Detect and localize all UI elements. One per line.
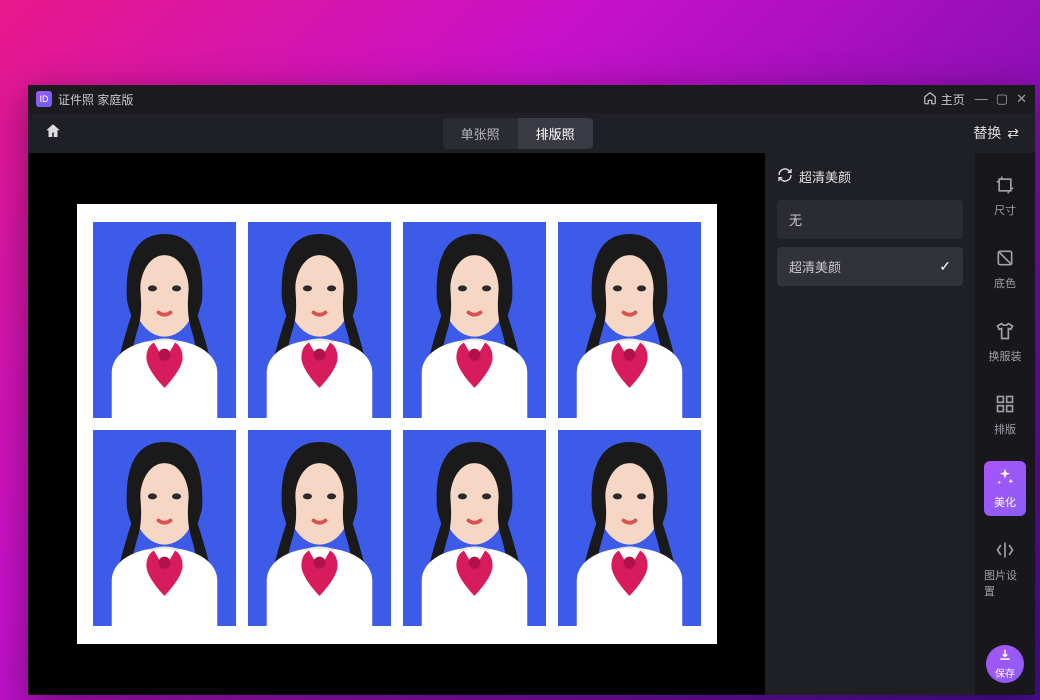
portrait-icon (248, 222, 391, 418)
sparkle-icon (995, 467, 1015, 490)
sidebar-item-image-settings[interactable]: 图片设置 (984, 534, 1026, 605)
save-label: 保存 (995, 665, 1015, 680)
replace-label: 替换 (973, 123, 1001, 143)
check-icon: ✓ (939, 258, 951, 275)
sidebar-item-beautify[interactable]: 美化 (984, 461, 1026, 516)
app-logo-icon: ID (36, 91, 52, 107)
tab-layout-photo[interactable]: 排版照 (518, 118, 593, 149)
portrait-icon (558, 430, 701, 626)
beauty-option-none[interactable]: 无 (777, 200, 963, 239)
sidebar-item-label: 换服装 (989, 348, 1022, 364)
home-button[interactable] (44, 122, 62, 145)
replace-button[interactable]: 替换 ⇄ (973, 123, 1019, 143)
beauty-option-hd[interactable]: 超清美颜 ✓ (777, 247, 963, 286)
download-icon (998, 648, 1012, 665)
sidebar-item-size[interactable]: 尺寸 (984, 169, 1026, 224)
portrait-icon (403, 430, 546, 626)
portrait-icon (93, 430, 236, 626)
canvas-area (28, 153, 765, 695)
panel-header: 超清美颜 (777, 167, 963, 186)
mirror-icon (995, 540, 1015, 563)
home-link-label: 主页 (941, 91, 965, 108)
close-button[interactable]: ✕ (1016, 91, 1027, 107)
sidebar-item-label: 尺寸 (994, 202, 1016, 218)
refresh-icon (777, 167, 793, 186)
portrait-icon (558, 222, 701, 418)
portrait-icon (93, 222, 236, 418)
save-button[interactable]: 保存 (986, 645, 1024, 683)
view-tabs: 单张照 排版照 (443, 118, 593, 149)
swatch-icon (995, 248, 1015, 271)
swap-icon: ⇄ (1007, 125, 1019, 142)
home-icon (923, 91, 937, 108)
crop-icon (995, 175, 1015, 198)
portrait-icon (248, 430, 391, 626)
right-sidebar: 尺寸 底色 换服装 排版 (975, 153, 1035, 695)
sidebar-item-label: 排版 (994, 421, 1016, 437)
sidebar-item-label: 图片设置 (984, 567, 1026, 599)
sidebar-item-background[interactable]: 底色 (984, 242, 1026, 297)
photo-cell[interactable] (87, 424, 242, 632)
panel-title: 超清美颜 (799, 167, 851, 186)
titlebar: ID 证件照 家庭版 主页 — ▢ ✕ (28, 85, 1035, 113)
photo-cell[interactable] (242, 216, 397, 424)
home-link[interactable]: 主页 (923, 91, 965, 108)
main-content: 超清美颜 无 超清美颜 ✓ 尺寸 底色 (28, 153, 1035, 695)
app-window: ID 证件照 家庭版 主页 — ▢ ✕ 单张照 排版照 (28, 85, 1035, 695)
photo-cell[interactable] (397, 216, 552, 424)
sidebar-item-clothing[interactable]: 换服装 (984, 315, 1026, 370)
minimize-button[interactable]: — (975, 91, 988, 107)
app-title: 证件照 家庭版 (58, 91, 133, 108)
topbar: 单张照 排版照 替换 ⇄ (28, 113, 1035, 153)
sidebar-item-label: 美化 (994, 494, 1016, 510)
beauty-panel: 超清美颜 无 超清美颜 ✓ (765, 153, 975, 695)
sidebar-item-label: 底色 (994, 275, 1016, 291)
photo-cell[interactable] (552, 424, 707, 632)
portrait-icon (403, 222, 546, 418)
photo-cell[interactable] (87, 216, 242, 424)
photo-sheet (77, 204, 717, 644)
tab-single-photo[interactable]: 单张照 (443, 118, 518, 149)
shirt-icon (995, 321, 1015, 344)
photo-cell[interactable] (242, 424, 397, 632)
option-label: 超清美颜 (789, 257, 841, 276)
maximize-button[interactable]: ▢ (996, 91, 1008, 107)
sidebar-item-layout[interactable]: 排版 (984, 388, 1026, 443)
photo-cell[interactable] (397, 424, 552, 632)
photo-cell[interactable] (552, 216, 707, 424)
grid-icon (995, 394, 1015, 417)
option-label: 无 (789, 210, 802, 229)
